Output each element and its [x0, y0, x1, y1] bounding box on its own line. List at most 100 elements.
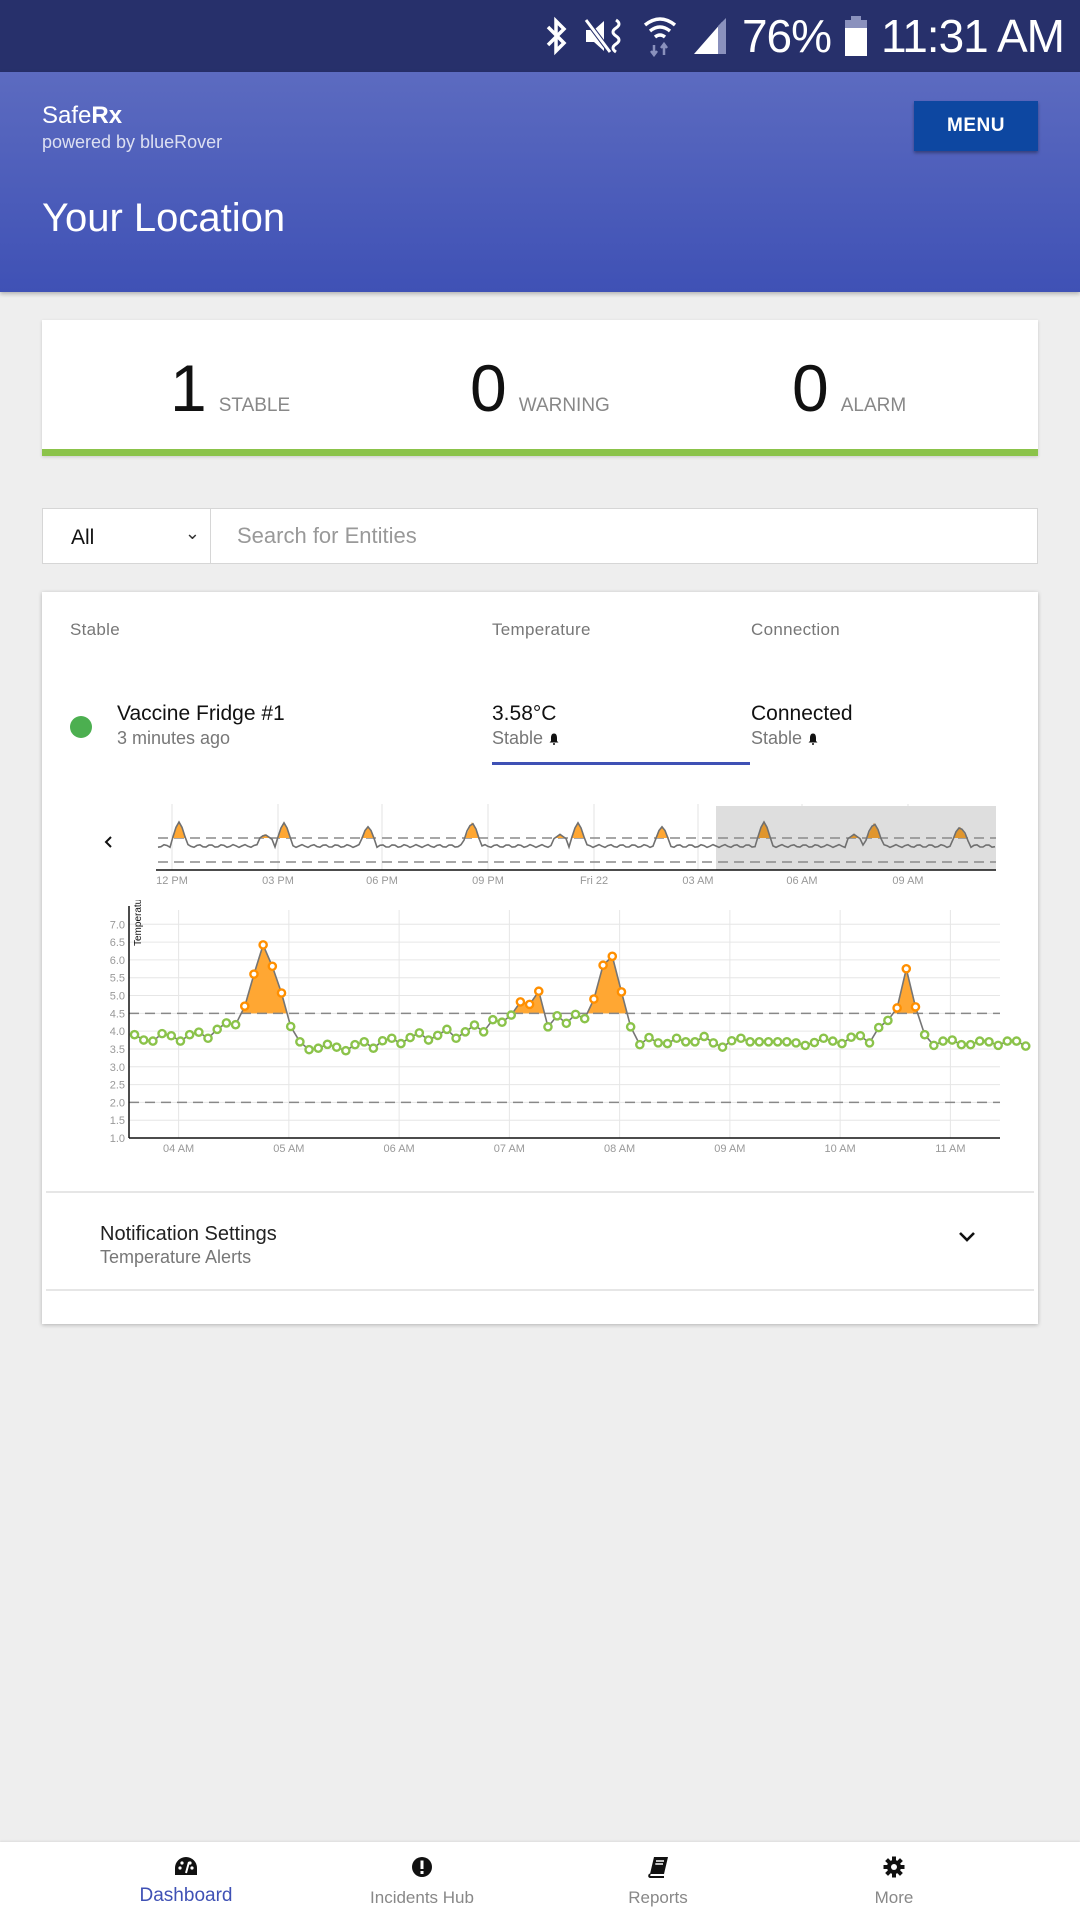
filter-select[interactable]: All ⌄ — [43, 509, 211, 563]
battery-percent: 76% — [741, 10, 832, 62]
data-point — [690, 1037, 700, 1047]
nav-label-more: More — [874, 1888, 914, 1907]
nav-label-dashboard: Dashboard — [139, 1885, 233, 1906]
entity-name[interactable]: Vaccine Fridge #1 — [117, 702, 285, 726]
data-point — [919, 1029, 930, 1040]
nav-tab-incidents-hub[interactable]: Incidents Hub — [304, 1842, 540, 1920]
data-point — [653, 1038, 664, 1048]
data-point — [873, 1022, 884, 1033]
data-point — [506, 1010, 517, 1020]
data-point — [148, 1036, 158, 1046]
data-point — [249, 969, 259, 979]
y-tick-label: 6.5 — [110, 937, 125, 949]
nav-scroll-left-icon[interactable] — [104, 836, 112, 848]
data-point — [304, 1044, 314, 1055]
nav-tick-label: 03 AM — [682, 875, 713, 887]
data-point — [212, 1024, 223, 1035]
summary-stable[interactable]: 1 STABLE — [170, 350, 290, 426]
column-header-temperature[interactable]: Temperature — [492, 620, 591, 640]
y-tick-label: 3.5 — [110, 1044, 125, 1056]
y-tick-label: 5.5 — [110, 973, 125, 985]
summary-alarm[interactable]: 0 ALARM — [792, 350, 906, 426]
data-point — [864, 1038, 875, 1048]
y-tick-label: 3.0 — [110, 1062, 125, 1074]
data-point — [552, 1011, 562, 1021]
data-point — [791, 1038, 801, 1048]
data-point — [460, 1027, 471, 1037]
temperature-value[interactable]: 3.58°C — [492, 702, 556, 726]
data-point — [515, 997, 526, 1007]
connection-value[interactable]: Connected — [751, 702, 853, 726]
data-point — [635, 1039, 645, 1050]
data-point — [561, 1018, 572, 1029]
data-point — [938, 1036, 948, 1046]
data-point — [763, 1037, 774, 1047]
x-tick-label: 05 AM — [273, 1143, 304, 1155]
brand-name-bold: Rx — [91, 102, 123, 129]
column-header-connection[interactable]: Connection — [751, 620, 840, 640]
data-point — [855, 1030, 866, 1041]
connection-status: Stable — [751, 728, 818, 749]
nav-tab-dashboard[interactable]: Dashboard — [68, 1842, 304, 1920]
y-tick-label: 2.0 — [110, 1097, 125, 1109]
data-point — [285, 1021, 296, 1032]
data-point — [754, 1037, 765, 1047]
data-point — [432, 1030, 443, 1041]
filter-bar: All ⌄ — [42, 508, 1038, 564]
data-point — [258, 940, 268, 950]
data-point — [478, 1027, 489, 1037]
data-point — [883, 1015, 893, 1026]
y-tick-label: 7.0 — [110, 919, 125, 931]
nav-tab-reports[interactable]: Reports — [540, 1842, 776, 1920]
x-tick-label: 07 AM — [494, 1143, 525, 1155]
data-point — [699, 1031, 709, 1042]
nav-tick-label: 12 PM — [156, 875, 188, 887]
search-input[interactable] — [211, 509, 1037, 563]
data-point — [166, 1030, 177, 1041]
chevron-down-icon: ⌄ — [184, 523, 200, 543]
nav-tick-label: 06 AM — [786, 875, 817, 887]
data-point — [221, 1018, 232, 1028]
data-point — [377, 1035, 388, 1046]
chevron-down-icon[interactable] — [958, 1231, 976, 1243]
notification-settings-toggle[interactable]: Notification Settings Temperature Alerts — [46, 1191, 1034, 1291]
exclamation-icon — [412, 1857, 432, 1877]
x-tick-label: 06 AM — [384, 1143, 415, 1155]
summary-warning[interactable]: 0 WARNING — [470, 350, 610, 426]
data-point — [414, 1028, 425, 1038]
temperature-chart[interactable]: 1.0 1.5 2.0 2.5 3.0 3.5 4.0 4.5 5.0 5.5 6.0 6.5 7.0 0… — [42, 900, 1038, 1190]
data-point — [965, 1039, 976, 1050]
nav-label-reports: Reports — [628, 1888, 688, 1907]
stable-count: 1 — [170, 351, 207, 425]
menu-button[interactable]: MENU — [914, 101, 1038, 151]
nav-tab-more[interactable]: More — [776, 1842, 1012, 1920]
data-point — [497, 1017, 507, 1028]
temperature-status-label: Stable — [492, 728, 544, 748]
data-point — [524, 999, 535, 1010]
data-point — [350, 1039, 360, 1050]
data-point — [423, 1035, 434, 1045]
x-tick-label: 11 AM — [935, 1143, 965, 1155]
status-dot — [70, 716, 92, 738]
data-point — [1020, 1041, 1031, 1051]
y-tick-label: 4.5 — [110, 1008, 125, 1020]
x-tick-label: 08 AM — [604, 1143, 635, 1155]
nav-tick-label: 09 AM — [892, 875, 923, 887]
data-point — [386, 1033, 397, 1044]
data-point — [984, 1037, 994, 1047]
y-axis-label: Temperature — [133, 900, 144, 946]
bell-icon — [808, 733, 818, 745]
data-point — [607, 951, 618, 962]
data-point — [331, 1042, 342, 1052]
data-point — [736, 1033, 746, 1044]
data-point — [368, 1043, 379, 1054]
data-point — [662, 1038, 673, 1049]
data-point — [929, 1040, 939, 1051]
data-point — [809, 1037, 820, 1048]
page-title: Your Location — [42, 196, 286, 240]
data-point — [341, 1045, 351, 1056]
x-tick-label: 10 AM — [825, 1143, 856, 1155]
data-point — [230, 1019, 241, 1030]
nav-tick-label: 06 PM — [366, 875, 398, 887]
data-point — [570, 1009, 581, 1020]
